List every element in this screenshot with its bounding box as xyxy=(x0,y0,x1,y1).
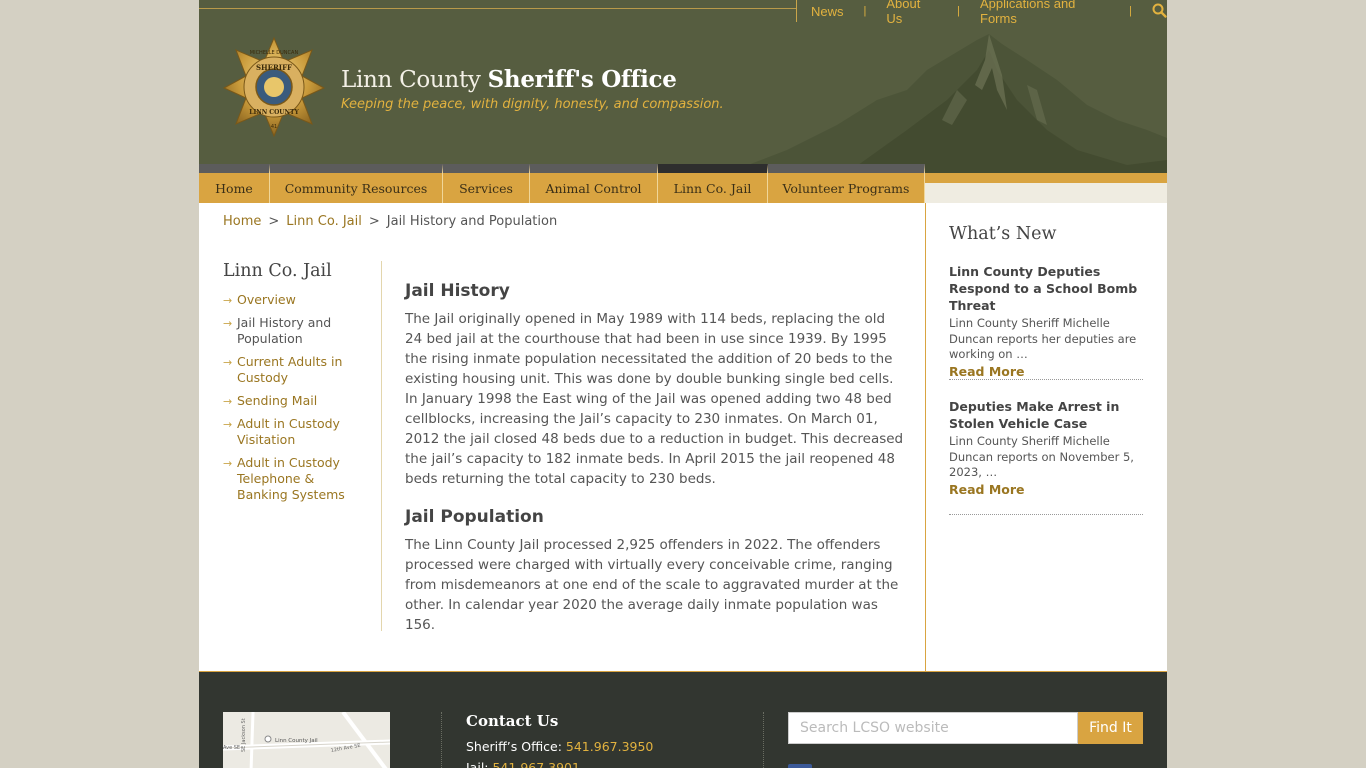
utility-separator: | xyxy=(1128,5,1132,17)
main-nav: Home Community Resources Services Animal… xyxy=(199,164,925,203)
breadcrumb: Home > Linn Co. Jail > Jail History and Popu… xyxy=(223,214,557,229)
footer-divider xyxy=(763,712,764,768)
subnav-item-overview[interactable]: → Overview xyxy=(223,292,363,308)
contact-heading: Contact Us xyxy=(466,712,559,730)
badge-number: 41 xyxy=(271,124,277,130)
nav-filler-light xyxy=(925,183,1167,203)
jail-population-text: The Linn County Jail processed 2,925 off… xyxy=(405,537,899,633)
site-footer: Linn County Jail Ave SE 12th Ave SE SE J… xyxy=(199,672,1167,768)
section-subnav: Linn Co. Jail → Overview → Jail History an… xyxy=(223,261,363,510)
breadcrumb-parent[interactable]: Linn Co. Jail xyxy=(286,214,362,229)
nav-item-volunteer-programs[interactable]: Volunteer Programs xyxy=(768,164,925,203)
news-item: Linn County Deputies Respond to a School… xyxy=(949,263,1143,380)
jail-label: Jail: xyxy=(466,760,493,768)
nav-item-animal-control[interactable]: Animal Control xyxy=(530,164,658,203)
sheriff-badge-logo[interactable]: SHERIFF MICHELLE DUNCAN LINN COUNTY 41 xyxy=(222,36,326,138)
subnav-item-label: Jail History and Population xyxy=(237,315,332,346)
column-divider xyxy=(381,261,382,631)
office-phone[interactable]: 541.967.3950 xyxy=(566,739,653,754)
badge-top-text: MICHELLE DUNCAN xyxy=(250,50,299,56)
subnav-item-label: Sending Mail xyxy=(237,393,318,408)
jail-phone[interactable]: 541.967.3901 xyxy=(492,760,579,768)
find-it-button[interactable]: Find It xyxy=(1078,712,1143,744)
nav-filler xyxy=(925,173,1167,183)
page-wrapper: News | About Us | Applications and Forms… xyxy=(199,0,1167,768)
utility-link-news[interactable]: News xyxy=(811,4,844,19)
breadcrumb-separator: > xyxy=(268,214,280,229)
breadcrumb-current: Jail History and Population xyxy=(386,214,558,229)
nav-item-community-resources[interactable]: Community Resources xyxy=(270,164,443,203)
utility-link-forms[interactable]: Applications and Forms xyxy=(980,0,1109,26)
location-map[interactable]: Linn County Jail Ave SE 12th Ave SE SE J… xyxy=(223,712,390,768)
map-label: Linn County Jail xyxy=(275,738,318,744)
utility-nav: News | About Us | Applications and Forms… xyxy=(796,0,1167,26)
breadcrumb-separator: > xyxy=(368,214,380,229)
search-input[interactable] xyxy=(788,712,1078,744)
site-title-bold: Sheriff's Office xyxy=(487,66,677,93)
site-title-light: Linn County xyxy=(341,67,488,93)
header-rule xyxy=(199,8,797,9)
arrow-right-icon: → xyxy=(223,457,233,470)
footer-search: Find It xyxy=(788,712,1143,744)
badge-word: SHERIFF xyxy=(256,63,292,72)
jail-phone-line: Jail: 541.967.3901 xyxy=(466,760,653,768)
jail-population-heading: Jail Population xyxy=(405,507,544,527)
site-header: News | About Us | Applications and Forms… xyxy=(199,0,1167,173)
whats-new-sidebar: What’s New Linn County Deputies Respond … xyxy=(925,203,1167,672)
jail-history-heading: Jail History xyxy=(405,281,510,301)
news-item: Deputies Make Arrest in Stolen Vehicle C… xyxy=(949,398,1143,515)
map-street-label: Ave SE xyxy=(223,745,240,751)
main-content: Home > Linn Co. Jail > Jail History and Popu… xyxy=(199,203,925,672)
news-title[interactable]: Linn County Deputies Respond to a School… xyxy=(949,263,1143,314)
subnav-item-label: Overview xyxy=(237,292,296,307)
facebook-icon[interactable] xyxy=(788,764,812,768)
read-more-link[interactable]: Read More xyxy=(949,363,1143,380)
subnav-item-current-adults[interactable]: → Current Adults in Custody xyxy=(223,354,363,386)
read-more-link[interactable]: Read More xyxy=(949,481,1143,498)
news-excerpt: Linn County Sheriff Michelle Duncan repo… xyxy=(949,316,1137,361)
subnav-item-label: Current Adults in Custody xyxy=(237,354,343,385)
footer-divider xyxy=(441,712,442,768)
news-excerpt: Linn County Sheriff Michelle Duncan repo… xyxy=(949,434,1134,479)
subnav-item-label: Adult in Custody Visitation xyxy=(237,416,340,447)
news-title[interactable]: Deputies Make Arrest in Stolen Vehicle C… xyxy=(949,398,1143,432)
utility-link-about[interactable]: About Us xyxy=(886,0,937,26)
arrow-right-icon: → xyxy=(223,356,233,369)
arrow-right-icon: → xyxy=(223,294,233,307)
jail-history-text: The Jail originally opened in May 1989 w… xyxy=(405,311,904,487)
search-icon[interactable] xyxy=(1152,3,1167,19)
office-label: Sheriff’s Office: xyxy=(466,739,566,754)
badge-bottom-text: LINN COUNTY xyxy=(249,109,299,116)
subnav-item-jail-history[interactable]: → Jail History and Population xyxy=(223,315,363,347)
subnav-item-label: Adult in Custody Telephone & Banking Sys… xyxy=(237,455,345,502)
subnav-item-sending-mail[interactable]: → Sending Mail xyxy=(223,393,363,409)
site-title[interactable]: Linn County Sheriff's Office xyxy=(341,66,677,93)
arrow-right-icon: → xyxy=(223,317,233,330)
subnav-title: Linn Co. Jail xyxy=(223,261,332,281)
article-body: Jail History The Jail originally opened … xyxy=(405,281,905,653)
nav-item-services[interactable]: Services xyxy=(443,164,530,203)
sidebar-title: What’s New xyxy=(949,224,1057,244)
mountain-graphic xyxy=(727,34,1167,173)
nav-item-linn-co-jail[interactable]: Linn Co. Jail xyxy=(658,164,768,203)
contact-block: Contact Us Sheriff’s Office: 541.967.395… xyxy=(466,712,653,768)
breadcrumb-home[interactable]: Home xyxy=(223,214,261,229)
subnav-item-visitation[interactable]: → Adult in Custody Visitation xyxy=(223,416,363,448)
subnav-item-telephone-banking[interactable]: → Adult in Custody Telephone & Banking Sy… xyxy=(223,455,363,503)
site-tagline: Keeping the peace, with dignity, honesty… xyxy=(341,97,724,112)
utility-separator: | xyxy=(957,5,960,17)
arrow-right-icon: → xyxy=(223,395,233,408)
map-street-label: SE Jackson St xyxy=(241,718,247,752)
arrow-right-icon: → xyxy=(223,418,233,431)
utility-separator: | xyxy=(863,5,867,17)
office-phone-line: Sheriff’s Office: 541.967.3950 xyxy=(466,739,653,754)
nav-item-home[interactable]: Home xyxy=(199,164,270,203)
